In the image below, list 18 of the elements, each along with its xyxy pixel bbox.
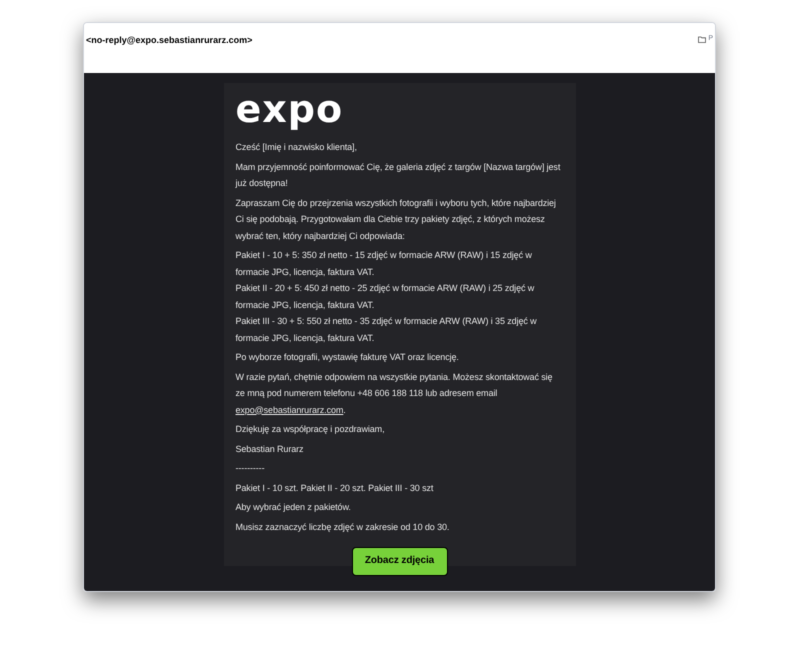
paragraph: Aby wybrać jeden z pakietów.	[236, 501, 352, 514]
folder-icon	[698, 36, 706, 43]
package-description: Pakiet I - 10 + 5: 350 zł netto - 15 zdjęć w formacie ARW (RAW) i 15 zdjęć w formacie JPG, licencja, faktura VAT.	[236, 249, 533, 279]
sender-address: <no-reply@expo.sebastianrurarz.com>	[86, 34, 252, 47]
paragraph: Musisz zaznaczyć liczbę zdjęć w zakresie od 10 do 30.	[236, 520, 450, 534]
greeting-text: Cześć [Imię i nazwisko klienta],	[236, 141, 358, 154]
view-photos-button[interactable]: Zobacz zdjęcia	[352, 547, 448, 576]
paragraph: Dziękuję za współpracę i pozdrawiam,	[236, 423, 386, 436]
paragraph: Po wyborze fotografii, wystawię fakturę VAT oraz licencję.	[236, 351, 460, 364]
paragraph: Zapraszam Cię do przejrzenia wszystkich fotografii i wyboru tych, które najbardziej Ci się podobają. Przygotowałam dla Ciebie trzy pakiety zdjęć, z których możesz wybrać ten, który najbardziej Ci odpowiada:	[236, 196, 557, 243]
paragraph: Sebastian Rurarz	[236, 442, 304, 456]
package-description: Pakiet II - 20 + 5: 450 zł netto - 25 zdjęć w formacie ARW (RAW) i 25 zdjęć w formacie JPG, licencja, faktura VAT.	[236, 282, 536, 312]
paragraph: Pakiet I - 10 szt. Pakiet II - 20 szt. Pakiet III - 30 szt	[236, 482, 434, 494]
paragraph: Mam przyjemność poinformować Cię, że galeria zdjęć z targów [Nazwa targów] jest już dostępna!	[236, 160, 562, 190]
email-link[interactable]: expo@sebastianrurarz.com	[236, 404, 344, 414]
package-description: Pakiet III - 30 + 5: 550 zł netto - 35 zdjęć w formacie ARW (RAW) i 35 zdjęć w formacie JPG, licencja, faktura VAT.	[236, 315, 538, 345]
paragraph: ----------	[236, 462, 266, 475]
contact-paragraph: W razie pytań, chętnie odpowiem na wszystkie pytania. Możesz skontaktować się ze mną pod numerem telefonu +48 606 188 118 lub adresem email expo@sebastianrurarz.com.	[236, 370, 554, 417]
